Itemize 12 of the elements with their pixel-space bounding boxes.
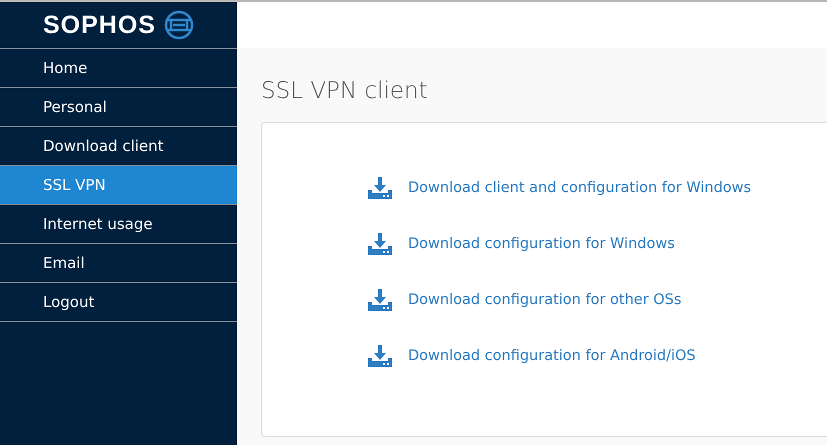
download-icon xyxy=(368,289,392,311)
sidebar-item[interactable]: SSL VPN xyxy=(0,166,237,205)
page-title: SSL VPN client xyxy=(261,78,429,104)
download-icon xyxy=(368,233,392,255)
download-link[interactable]: Download client and configuration for Windows xyxy=(368,177,827,199)
download-icon xyxy=(368,345,392,367)
download-link[interactable]: Download configuration for Android/iOS xyxy=(368,345,827,367)
download-icon xyxy=(368,177,392,199)
logo: SOPHOS xyxy=(43,10,156,40)
download-link[interactable]: Download configuration for Windows xyxy=(368,233,827,255)
globe-icon xyxy=(164,10,194,40)
download-link[interactable]: Download configuration for other OSs xyxy=(368,289,827,311)
